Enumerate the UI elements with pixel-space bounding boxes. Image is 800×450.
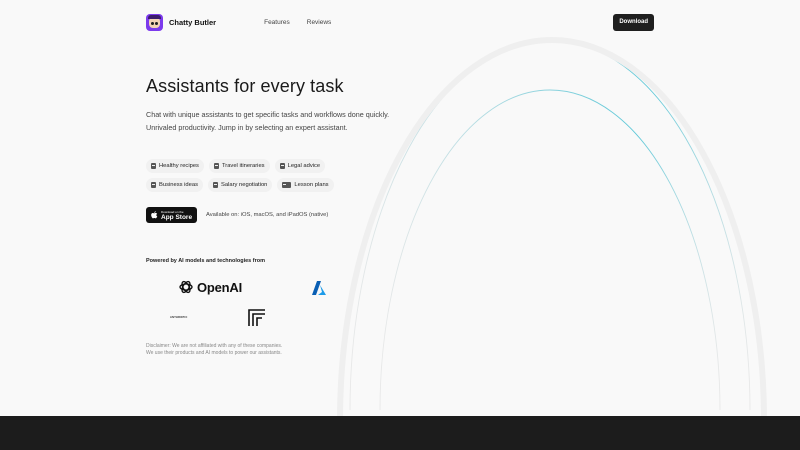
apple-icon xyxy=(151,211,158,219)
decorative-arcs xyxy=(337,37,767,421)
app-store-row: Download on the App Store Available on: … xyxy=(146,207,328,223)
page-title: Assistants for every task xyxy=(146,76,344,96)
perplexity-logo-icon xyxy=(248,309,265,326)
footer-bar xyxy=(0,416,800,450)
chip-salary-negotiation[interactable]: Salary negotiation xyxy=(208,178,273,192)
chip-legal-advice[interactable]: Legal advice xyxy=(274,159,326,173)
assistant-chips: Healthy recipes Travel itineraries Legal… xyxy=(146,159,376,197)
disclaimer-text: Disclaimer: We are not affiliated with a… xyxy=(146,343,283,356)
nav-link-reviews[interactable]: Reviews xyxy=(307,19,332,26)
chip-lesson-plans[interactable]: Lesson plans xyxy=(277,178,334,192)
hero-subtitle: Chat with unique assistants to get speci… xyxy=(146,110,390,132)
top-nav: Chatty Butler Features Reviews Download xyxy=(146,12,654,32)
brand-name[interactable]: Chatty Butler xyxy=(169,18,216,27)
nav-link-features[interactable]: Features xyxy=(264,19,290,26)
chip-travel-itineraries[interactable]: Travel itineraries xyxy=(208,159,270,173)
document-icon xyxy=(213,163,219,169)
chip-healthy-recipes[interactable]: Healthy recipes xyxy=(146,159,204,173)
document-icon xyxy=(213,182,218,188)
document-icon xyxy=(151,182,156,188)
app-store-badge[interactable]: Download on the App Store xyxy=(146,207,197,223)
document-icon xyxy=(279,163,285,169)
chip-business-ideas[interactable]: Business ideas xyxy=(146,178,203,192)
anthropic-logo: ANTHROPIC xyxy=(170,316,188,319)
grid-icon xyxy=(282,182,292,188)
download-button[interactable]: Download xyxy=(613,13,654,31)
openai-icon xyxy=(179,280,193,294)
document-icon xyxy=(151,163,156,169)
azure-logo-icon xyxy=(312,281,326,295)
availability-text: Available on: iOS, macOS, and iPadOS (na… xyxy=(206,212,329,218)
openai-wordmark: OpenAI xyxy=(197,279,243,295)
openai-logo: OpenAI xyxy=(178,279,242,295)
butler-logo-icon[interactable] xyxy=(146,13,163,31)
badge-large-text: App Store xyxy=(161,213,193,221)
partners-heading: Powered by AI models and technologies fr… xyxy=(146,258,265,264)
